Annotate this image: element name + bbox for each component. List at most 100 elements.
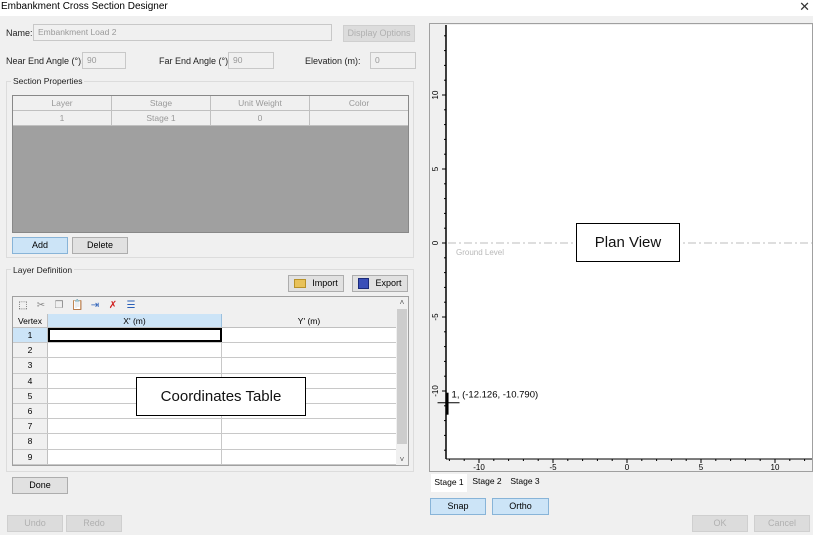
vertical-scrollbar[interactable]: ˄ ˅ (396, 297, 408, 465)
layer-definition-title: Layer Definition (11, 265, 75, 275)
x-tick-label: 0 (625, 463, 630, 472)
column-header-x[interactable]: X' (m) (48, 314, 222, 327)
export-label: Export (375, 278, 402, 288)
tab-stage-3[interactable]: Stage 3 (507, 473, 543, 490)
x-tick-label: -5 (549, 463, 557, 472)
insert-row-icon[interactable]: ⇥ (89, 300, 101, 312)
y-tick-label: 5 (431, 166, 440, 171)
delete-button[interactable]: Delete (72, 237, 128, 254)
far-end-angle-label: Far End Angle (°): (159, 56, 231, 66)
x-cell[interactable] (48, 343, 222, 358)
cell-unit-weight[interactable]: 0 (211, 111, 310, 126)
ok-button[interactable]: OK (692, 515, 748, 532)
vertex-number[interactable]: 2 (13, 343, 48, 358)
x-tick-label: 5 (699, 463, 704, 472)
grid-header: Vertex X' (m) Y' (m) (13, 314, 408, 328)
ground-level-label: Ground Level (456, 248, 504, 257)
x-cell[interactable] (48, 419, 222, 434)
delete-row-icon[interactable]: ✗ (107, 300, 119, 312)
coordinates-table-callout: Coordinates Table (136, 377, 306, 416)
vertex-number[interactable]: 5 (13, 388, 48, 403)
table-row[interactable]: 1 Stage 1 0 (13, 111, 408, 126)
display-options-button[interactable]: Display Options (343, 25, 415, 42)
table-row[interactable]: 8 (13, 434, 408, 450)
grid-toolbar: ⬚ ✂ ❐ 📋 ⇥ ✗ ☰ (13, 297, 408, 314)
column-header-stage[interactable]: Stage (112, 96, 211, 111)
column-header-unit-weight[interactable]: Unit Weight (211, 96, 310, 111)
close-icon[interactable]: ✕ (799, 0, 810, 15)
table-header: Layer Stage Unit Weight Color (13, 96, 408, 111)
vertex-number[interactable]: 3 (13, 358, 48, 373)
vertex-number[interactable]: 6 (13, 403, 48, 419)
cell-layer[interactable]: 1 (13, 111, 112, 126)
x-ticks: -10 -5 0 5 10 (448, 459, 806, 472)
vertex-number[interactable]: 9 (13, 449, 48, 464)
section-properties-title: Section Properties (11, 76, 85, 86)
vertex-number[interactable]: 4 (13, 373, 48, 388)
add-button[interactable]: Add (12, 237, 68, 254)
x-cell[interactable] (48, 449, 222, 464)
tab-stage-1[interactable]: Stage 1 (431, 474, 467, 492)
scroll-thumb[interactable] (397, 309, 407, 444)
column-header-color[interactable]: Color (310, 96, 408, 111)
y-cell[interactable] (222, 449, 396, 464)
save-disk-icon (358, 278, 370, 289)
tab-stage-2[interactable]: Stage 2 (469, 473, 505, 490)
y-tick-label: -10 (431, 385, 440, 397)
x-cell[interactable] (48, 358, 222, 373)
table-row[interactable]: 9 (13, 449, 408, 465)
cancel-button[interactable]: Cancel (754, 515, 810, 532)
y-cell[interactable] (222, 358, 396, 373)
paste-icon[interactable]: 📋 (71, 300, 83, 312)
far-end-angle-field[interactable]: 90 (228, 52, 274, 69)
folder-open-icon (294, 279, 307, 288)
name-field[interactable]: Embankment Load 2 (33, 24, 332, 41)
export-button[interactable]: Export (352, 275, 408, 292)
vertex-number[interactable]: 7 (13, 419, 48, 434)
vertex-number[interactable]: 8 (13, 434, 48, 449)
column-header-vertex[interactable]: Vertex (13, 314, 48, 327)
y-cell[interactable] (222, 419, 396, 434)
y-tick-label: 10 (431, 90, 440, 99)
x-cell[interactable] (48, 328, 222, 343)
x-tick-label: 10 (771, 463, 780, 472)
cut-icon[interactable]: ✂ (35, 300, 47, 312)
scroll-up-icon[interactable]: ˄ (396, 297, 408, 308)
near-end-angle-field[interactable]: 90 (82, 52, 126, 69)
section-properties-table[interactable]: Layer Stage Unit Weight Color 1 Stage 1 … (12, 95, 409, 233)
select-all-icon[interactable]: ⬚ (17, 300, 29, 312)
cell-stage[interactable]: Stage 1 (112, 111, 211, 126)
append-row-icon[interactable]: ☰ (125, 300, 137, 312)
import-button[interactable]: Import (288, 275, 344, 292)
name-label: Name: (6, 28, 33, 38)
vertex-number[interactable]: 1 (13, 328, 48, 343)
near-end-angle-label: Near End Angle (°): (6, 56, 84, 66)
scroll-down-icon[interactable]: ˅ (396, 454, 408, 465)
redo-button[interactable]: Redo (66, 515, 122, 532)
copy-icon[interactable]: ❐ (53, 300, 65, 312)
undo-button[interactable]: Undo (7, 515, 63, 532)
table-row[interactable]: 7 (13, 419, 408, 435)
column-header-y[interactable]: Y' (m) (222, 314, 396, 327)
y-cell[interactable] (222, 343, 396, 358)
done-button[interactable]: Done (12, 477, 68, 494)
window-title: Embankment Cross Section Designer (1, 1, 168, 12)
column-header-layer[interactable]: Layer (13, 96, 112, 111)
elevation-field[interactable]: 0 (370, 52, 416, 69)
cell-color[interactable] (310, 111, 408, 126)
cursor-readout: 1, (-12.126, -10.790) (452, 390, 539, 401)
table-row[interactable]: 1 (13, 328, 408, 344)
table-row[interactable]: 3 (13, 358, 408, 374)
table-row[interactable]: 2 (13, 343, 408, 359)
y-tick-label: 0 (431, 240, 440, 245)
import-label: Import (312, 278, 338, 288)
plan-view-callout: Plan View (576, 223, 680, 262)
ortho-button[interactable]: Ortho (492, 498, 549, 515)
y-cell[interactable] (222, 328, 396, 343)
x-tick-label: -10 (473, 463, 485, 472)
y-cell[interactable] (222, 434, 396, 449)
y-ticks: 10 5 0 -5 -10 (431, 35, 446, 451)
elevation-label: Elevation (m): (305, 56, 361, 66)
x-cell[interactable] (48, 434, 222, 449)
snap-button[interactable]: Snap (430, 498, 486, 515)
